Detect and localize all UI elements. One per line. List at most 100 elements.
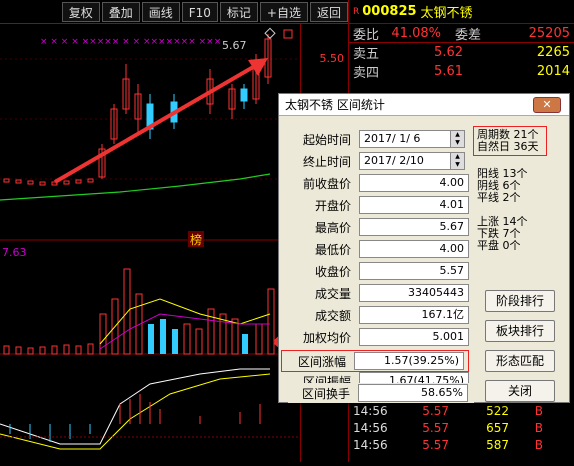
dialog-title: 太钢不锈 区间统计 (285, 98, 385, 112)
rank-badge: 榜 (190, 232, 202, 247)
stock-name: 太钢不锈 (420, 6, 473, 21)
flat-count: 平线 2个 (477, 191, 521, 204)
close-value: 5.57 (359, 262, 469, 280)
candle-stats: 阳线 13个 阴线 6个 平线 2个 (477, 168, 557, 204)
volume-label: 7.63 (2, 246, 27, 259)
ratio-label: 委比 (353, 27, 380, 43)
field-row: 收盘价 5.57 (289, 262, 469, 280)
tick-side: B (534, 437, 543, 452)
field-label: 收盘价 (314, 264, 351, 279)
field-row: 最低价 4.00 (289, 240, 469, 258)
tick-row: 14:56 5.57 657 B (349, 419, 574, 436)
unchanged-count: 平盘 0个 (477, 239, 521, 252)
order-ratio-row: 委比 41.08% 委差 25205 (349, 24, 574, 43)
natural-days: 自然日 36天 (477, 140, 539, 153)
stage-rank-button[interactable]: 阶段排行 (485, 290, 555, 312)
price-axis-label: 5.50 (319, 52, 345, 65)
add-watchlist-button[interactable]: +自选 (259, 1, 308, 22)
tick-time: 14:56 (353, 437, 388, 452)
start-time-label: 起始时间 (302, 132, 351, 147)
field-label: 开盘价 (314, 198, 351, 213)
period-stats: 周期数 21个 自然日 36天 (473, 126, 547, 156)
diff-value: 25205 (528, 25, 570, 41)
end-time-picker[interactable]: 2017/ 2/10 ▲ ▼ (359, 152, 465, 170)
end-time-label: 终止时间 (302, 154, 351, 169)
high-value: 5.67 (359, 218, 469, 236)
pattern-match-button[interactable]: 形态匹配 (485, 350, 555, 372)
high-marker-label: 5.67 (222, 39, 247, 52)
field-row: 成交量 33405443 (289, 284, 469, 302)
stock-code: 000825 (362, 4, 417, 19)
chart-toolbar: 复权 叠加 画线 F10 标记 +自选 返回 (0, 0, 348, 24)
field-row: 最高价 5.67 (289, 218, 469, 236)
close-button[interactable]: 关闭 (485, 380, 555, 402)
tick-volume: 522 (486, 403, 509, 418)
turnover-value: 58.65% (358, 384, 468, 402)
open-value: 4.01 (359, 196, 469, 214)
quote-header: R 000825 太钢不锈 (349, 0, 574, 24)
diff-label: 委差 (454, 27, 481, 43)
start-time-row: 起始时间 2017/ 1/ 6 ▲ ▼ (289, 130, 465, 148)
tick-volume: 587 (486, 437, 509, 452)
ask-volume: 2014 (536, 64, 570, 79)
svg-text:× × × × ××××× × × ××××××: × × × × ××××× × × ××××××× ××× (40, 37, 221, 47)
dialog-titlebar[interactable]: 太钢不锈 区间统计 (279, 94, 569, 116)
tick-volume: 657 (486, 420, 509, 435)
ask-row: 卖五 5.62 2265 (349, 43, 574, 62)
f10-button[interactable]: F10 (181, 1, 218, 22)
interval-stats-dialog: 太钢不锈 区间统计 ✕ 起始时间 2017/ 1/ 6 ▲ ▼ 终止时间 2017/… (278, 93, 570, 403)
overlay-button[interactable]: 叠加 (101, 1, 140, 22)
tick-time: 14:56 (353, 420, 388, 435)
tick-price: 5.57 (422, 420, 449, 435)
turnover-row: 区间换手 58.65% (288, 383, 474, 403)
tick-list: 14:56 5.57 522 B 14:56 5.57 657 B 14:56 … (349, 402, 574, 453)
field-label: 最高价 (314, 220, 351, 235)
ask-row: 卖四 5.61 2014 (349, 62, 574, 81)
vwap-value: 5.001 (359, 328, 469, 346)
ask-volume: 2265 (536, 45, 570, 60)
highlight-box: 区间涨幅 1.57(39.25%) (281, 350, 469, 372)
updown-stats: 上涨 14个 下跌 7个 平盘 0个 (477, 216, 557, 252)
tick-side: B (534, 403, 543, 418)
field-label: 区间涨幅 (297, 354, 346, 369)
field-label: 前收盘价 (302, 176, 351, 191)
tick-side: B (534, 420, 543, 435)
field-label: 最低价 (314, 242, 351, 257)
volume-value: 33405443 (359, 284, 469, 302)
amount-value: 167.1亿 (359, 306, 469, 324)
field-label: 成交额 (314, 308, 351, 323)
field-row: 开盘价 4.01 (289, 196, 469, 214)
range-change-value: 1.57(39.25%) (354, 352, 464, 370)
field-row: 加权均价 5.001 (289, 328, 469, 346)
prev-close-value: 4.00 (359, 174, 469, 192)
mark-button[interactable]: 标记 (219, 1, 258, 22)
back-button[interactable]: 返回 (309, 1, 348, 22)
ratio-value: 41.08% (391, 25, 441, 41)
field-row: 前收盘价 4.00 (289, 174, 469, 192)
ask-price: 5.62 (434, 45, 463, 60)
tick-row: 14:56 5.57 522 B (349, 402, 574, 419)
ask-label: 卖四 (353, 66, 380, 81)
draw-line-button[interactable]: 画线 (141, 1, 180, 22)
ask-label: 卖五 (353, 47, 380, 62)
end-time-row: 终止时间 2017/ 2/10 ▲ ▼ (289, 152, 465, 170)
end-time-spin-icon[interactable]: ▲ ▼ (450, 153, 464, 169)
field-row: 成交额 167.1亿 (289, 306, 469, 324)
kline-chart[interactable]: × × × × ××××× × × ××××××× ××× 5.67 榜 7.6… (0, 24, 302, 462)
start-time-spin-icon[interactable]: ▲ ▼ (450, 131, 464, 147)
ask-price: 5.61 (434, 64, 463, 79)
tick-price: 5.57 (422, 437, 449, 452)
tick-price: 5.57 (422, 403, 449, 418)
start-time-picker[interactable]: 2017/ 1/ 6 ▲ ▼ (359, 130, 465, 148)
dialog-close-x-button[interactable]: ✕ (533, 97, 561, 113)
field-label: 成交量 (314, 286, 351, 301)
sector-rank-button[interactable]: 板块排行 (485, 320, 555, 342)
field-label: 区间换手 (301, 386, 350, 401)
field-row: 区间涨幅 1.57(39.25%) (281, 350, 469, 372)
low-value: 4.00 (359, 240, 469, 258)
fuquan-button[interactable]: 复权 (61, 1, 100, 22)
field-label: 加权均价 (302, 330, 351, 345)
kline-chart-svg: × × × × ××××× × × ××××××× ××× 5.67 榜 7.6… (0, 27, 302, 450)
tick-time: 14:56 (353, 403, 388, 418)
tick-row: 14:56 5.57 587 B (349, 436, 574, 453)
